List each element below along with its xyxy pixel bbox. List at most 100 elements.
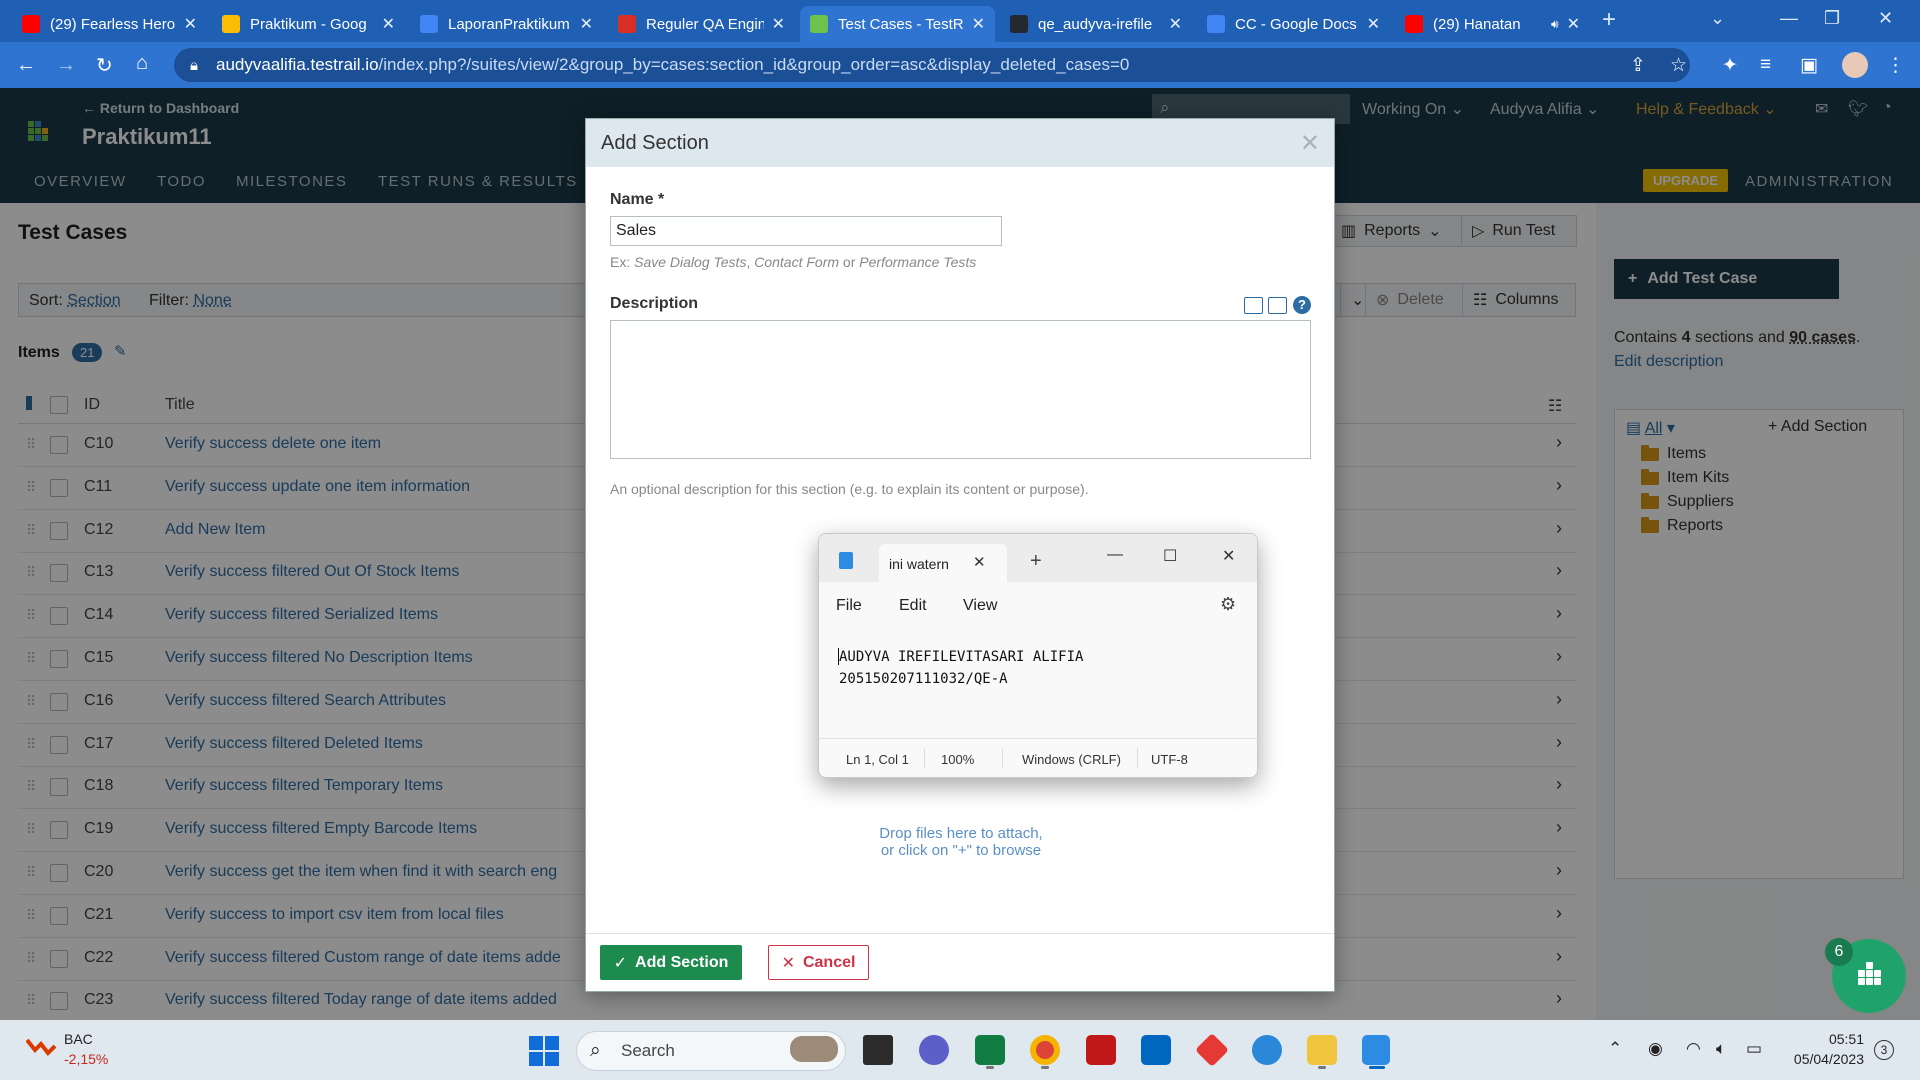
tab-close-icon[interactable]: ✕ <box>1169 14 1182 34</box>
wifi-icon[interactable]: ◠ <box>1686 1039 1701 1059</box>
restore-icon[interactable]: ❐ <box>1824 8 1840 29</box>
profile-avatar[interactable] <box>1842 52 1868 78</box>
browser-tab[interactable]: Praktikum - Goog ✕ <box>212 6 405 42</box>
browser-tab[interactable]: Reguler QA Engin ✕ <box>608 6 795 42</box>
window-close-icon[interactable]: ✕ <box>1878 8 1893 29</box>
chat-unread-badge: 6 <box>1825 938 1853 966</box>
search-highlight-image <box>790 1036 838 1062</box>
browser-tab-title: Praktikum - Goog <box>250 15 367 33</box>
cancel-button[interactable]: ✕ Cancel <box>768 945 869 980</box>
notepad-menu-file[interactable]: File <box>836 597 862 615</box>
task-view-icon[interactable] <box>863 1035 893 1065</box>
stock-trend-icon[interactable] <box>26 1036 56 1056</box>
description-hint: An optional description for this section… <box>610 481 1089 497</box>
browser-tab-title: Test Cases - TestR <box>838 15 964 33</box>
help-icon[interactable]: ? <box>1293 296 1311 314</box>
chrome-menu-icon[interactable]: ⋮ <box>1886 54 1905 77</box>
line-ending[interactable]: Windows (CRLF) <box>1022 752 1121 767</box>
notepad-taskbar-icon[interactable] <box>1362 1035 1390 1065</box>
youtube-icon <box>22 15 40 33</box>
chat-grid-icon <box>1858 962 1882 986</box>
notepad-settings-icon[interactable]: ⚙ <box>1220 594 1236 615</box>
notepad-tab-title: ini watern <box>889 556 949 572</box>
encoding[interactable]: UTF-8 <box>1151 752 1188 767</box>
browser-tab-title: Reguler QA Engin <box>646 15 764 33</box>
image-insert-icon[interactable] <box>1268 297 1287 314</box>
clock-time[interactable]: 05:51 <box>1794 1031 1864 1047</box>
chrome-icon[interactable] <box>1030 1035 1060 1065</box>
audio-playing-icon[interactable]: 🔊︎ <box>1551 17 1559 32</box>
browser-tab-title: qe_audyva-irefile <box>1038 15 1153 33</box>
volume-icon[interactable]: 🔈︎ <box>1716 1039 1726 1059</box>
extensions-icon[interactable]: ✦ <box>1722 54 1738 77</box>
x-icon: ✕ <box>781 954 795 972</box>
notepad-tab-close-icon[interactable]: ✕ <box>973 553 986 571</box>
table-insert-icon[interactable] <box>1244 297 1263 314</box>
stock-change: -2,15% <box>64 1051 109 1067</box>
notepad-minimize-icon[interactable]: — <box>1107 546 1123 564</box>
new-tab-icon[interactable]: + <box>1602 6 1616 34</box>
section-name-input[interactable] <box>610 216 1002 246</box>
docs-icon <box>420 15 438 33</box>
browser-tab-title: CC - Google Docs <box>1235 15 1357 33</box>
notepad-menu-edit[interactable]: Edit <box>899 597 927 615</box>
browser-tab[interactable]: LaporanPraktikum ✕ <box>410 6 603 42</box>
home-icon[interactable]: ⌂ <box>136 52 148 75</box>
clock-date[interactable]: 05/04/2023 <box>1784 1051 1864 1067</box>
flask-icon <box>618 15 636 33</box>
media-control-icon[interactable]: ≡ <box>1760 54 1771 76</box>
excel-icon[interactable] <box>975 1035 1005 1065</box>
show-hidden-icons-chevron[interactable]: ⌃ <box>1608 1039 1622 1059</box>
search-icon: ⌕ <box>590 1040 601 1061</box>
microsoft-store-icon[interactable] <box>1141 1035 1171 1065</box>
name-hint: Ex: Save Dialog Tests, Contact Form or P… <box>610 254 977 270</box>
notepad-close-icon[interactable]: ✕ <box>1222 546 1235 566</box>
tab-close-icon[interactable]: ✕ <box>580 14 593 34</box>
reload-icon[interactable]: ↻ <box>96 53 113 78</box>
tab-close-icon[interactable]: ✕ <box>184 14 197 34</box>
description-label: Description <box>610 295 699 312</box>
bookmark-star-icon[interactable]: ☆ <box>1670 54 1687 77</box>
notification-center-badge[interactable]: 3 <box>1874 1040 1894 1060</box>
url-text[interactable]: audyvaalifia.testrail.io/index.php?/suit… <box>216 55 1129 75</box>
tab-close-icon[interactable]: ✕ <box>382 14 395 34</box>
tab-search-icon[interactable]: ⌄ <box>1710 8 1725 29</box>
stock-ticker[interactable]: BAC <box>64 1031 93 1047</box>
back-icon[interactable]: ← <box>16 54 36 77</box>
mcafee-icon[interactable] <box>1086 1035 1116 1065</box>
windows-start-icon[interactable] <box>529 1036 559 1066</box>
docs-icon <box>1207 15 1225 33</box>
side-panel-icon[interactable]: ▣ <box>1800 54 1818 77</box>
file-explorer-icon[interactable] <box>1307 1035 1337 1065</box>
description-textarea[interactable] <box>610 320 1311 459</box>
zoom-level[interactable]: 100% <box>941 752 974 767</box>
check-icon: ✓ <box>613 954 628 972</box>
notepad-menu-view[interactable]: View <box>963 597 997 615</box>
attachment-drop-zone[interactable]: Drop files here to attach, or click on "+… <box>786 825 1136 859</box>
help-app-icon[interactable] <box>1252 1035 1282 1065</box>
browser-tab[interactable]: qe_audyva-irefile ✕ <box>1000 6 1192 42</box>
forward-icon[interactable]: → <box>56 54 76 77</box>
taskbar-search-placeholder: Search <box>621 1041 675 1060</box>
mcafee-tray-icon[interactable]: ◉ <box>1648 1039 1663 1059</box>
share-icon[interactable]: ⇪ <box>1630 54 1646 77</box>
lock-icon[interactable]: 🔒︎ <box>190 57 198 74</box>
tab-close-icon[interactable]: ✕ <box>1367 14 1380 34</box>
notepad-maximize-icon[interactable]: ☐ <box>1163 546 1177 566</box>
name-label: Name * <box>610 191 665 208</box>
browser-tab[interactable]: (29) Hanatan 🔊︎ ✕ <box>1395 6 1590 42</box>
browser-tab[interactable]: Test Cases - TestR ✕ <box>800 6 995 42</box>
notepad-new-tab-icon[interactable]: + <box>1030 550 1042 573</box>
dialog-close-icon[interactable]: ✕ <box>1300 129 1320 158</box>
battery-icon[interactable]: ▭ <box>1746 1039 1762 1059</box>
browser-tab[interactable]: (29) Fearless Hero ✕ <box>12 6 207 42</box>
add-section-submit-button[interactable]: ✓ Add Section <box>600 945 742 980</box>
tab-close-icon[interactable]: ✕ <box>1567 14 1580 34</box>
tab-close-icon[interactable]: ✕ <box>972 14 985 34</box>
teams-chat-icon[interactable] <box>919 1035 949 1065</box>
notepad-text-area[interactable]: AUDYVA IREFILEVITASARI ALIFIA 20515020711… <box>839 646 1083 690</box>
browser-tab[interactable]: CC - Google Docs ✕ <box>1197 6 1390 42</box>
cursor-position: Ln 1, Col 1 <box>846 752 909 767</box>
minimize-icon[interactable]: — <box>1780 8 1798 29</box>
tab-close-icon[interactable]: ✕ <box>772 14 785 34</box>
